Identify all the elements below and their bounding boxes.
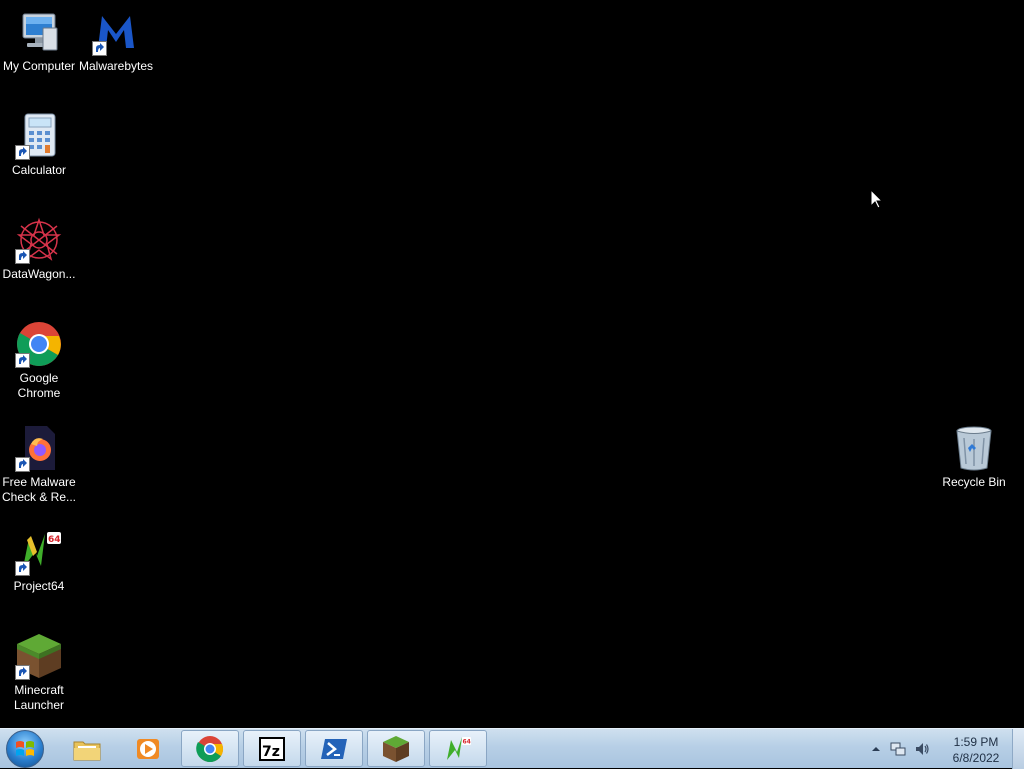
icon-label: Google Chrome — [17, 371, 61, 400]
taskbar-clock[interactable]: 1:59 PM 6/8/2022 — [938, 734, 1014, 766]
desktop-icon-calculator[interactable]: Calculator — [1, 112, 77, 178]
taskbar: 7z 64 1:59 PM 6/8/2022 — [0, 728, 1024, 769]
datawagon-icon — [15, 216, 63, 264]
icon-label: Minecraft Launcher — [13, 683, 65, 712]
powershell-icon — [321, 738, 347, 759]
network-status-button[interactable] — [890, 741, 906, 757]
shortcut-arrow-icon — [15, 561, 30, 576]
desktop-icon-recycle-bin[interactable]: Recycle Bin — [936, 424, 1012, 490]
media-player-icon — [137, 738, 159, 759]
computer-icon — [15, 8, 63, 56]
desktop-icon-malwarebytes[interactable]: Malwarebytes — [78, 8, 154, 74]
chrome-icon — [15, 320, 63, 368]
7zip-icon: 7z — [259, 736, 285, 761]
system-tray: 1:59 PM 6/8/2022 — [860, 729, 1024, 769]
icon-label: Free Malware Check & Re... — [1, 475, 77, 504]
svg-text:64: 64 — [48, 535, 61, 545]
clock-time: 1:59 PM — [953, 735, 999, 749]
start-button[interactable] — [6, 730, 44, 768]
firefox-file-icon — [15, 424, 63, 472]
chrome-icon — [196, 735, 224, 762]
desktop-icon-datawagon[interactable]: DataWagon... — [1, 216, 77, 282]
calculator-icon — [15, 112, 63, 160]
shortcut-arrow-icon — [15, 665, 30, 680]
icon-label: DataWagon... — [2, 267, 76, 281]
minecraft-icon — [15, 632, 63, 680]
icon-label: Recycle Bin — [942, 475, 1006, 489]
taskbar-powershell[interactable] — [305, 730, 363, 767]
icon-label: Calculator — [11, 163, 67, 177]
clock-date: 6/8/2022 — [952, 751, 1000, 765]
windows-logo-icon — [16, 741, 34, 756]
taskbar-project64[interactable]: 64 — [429, 730, 487, 767]
icon-label: Project64 — [13, 579, 65, 593]
desktop-icon-google-chrome[interactable]: Google Chrome — [1, 320, 77, 401]
shortcut-arrow-icon — [15, 457, 30, 472]
shortcut-arrow-icon — [15, 145, 30, 160]
taskbar-minecraft-launcher[interactable] — [367, 730, 425, 767]
shortcut-arrow-icon — [15, 249, 30, 264]
chevron-up-icon — [872, 747, 880, 751]
desktop-icon-free-malware-check[interactable]: Free Malware Check & Re... — [1, 424, 77, 505]
folder-icon — [73, 741, 101, 760]
icon-label: My Computer — [2, 59, 76, 73]
project64-icon: 64 — [15, 528, 63, 576]
svg-text:64: 64 — [463, 738, 471, 745]
taskbar-file-explorer[interactable] — [58, 730, 116, 767]
svg-text:7z: 7z — [262, 744, 280, 760]
show-desktop-button[interactable] — [1012, 729, 1024, 769]
shortcut-arrow-icon — [92, 41, 107, 56]
mouse-cursor-icon — [871, 190, 883, 209]
taskbar-google-chrome[interactable] — [181, 730, 239, 767]
taskbar-media-player[interactable] — [119, 730, 177, 767]
malwarebytes-icon — [92, 8, 140, 56]
project64-icon: 64 — [447, 736, 471, 760]
volume-button[interactable] — [914, 741, 930, 757]
network-icon — [890, 742, 906, 756]
desktop: My Computer Malwarebytes Calculator Data… — [0, 0, 1024, 728]
speaker-icon — [916, 743, 929, 755]
desktop-icon-project64[interactable]: 64 Project64 — [1, 528, 77, 594]
shortcut-arrow-icon — [15, 353, 30, 368]
recycle-bin-icon — [950, 424, 998, 472]
minecraft-icon — [383, 735, 409, 762]
desktop-icon-minecraft-launcher[interactable]: Minecraft Launcher — [1, 632, 77, 713]
taskbar-7zip[interactable]: 7z — [243, 730, 301, 767]
show-hidden-icons-button[interactable] — [868, 741, 884, 757]
icon-label: Malwarebytes — [78, 59, 154, 73]
desktop-icon-my-computer[interactable]: My Computer — [1, 8, 77, 74]
